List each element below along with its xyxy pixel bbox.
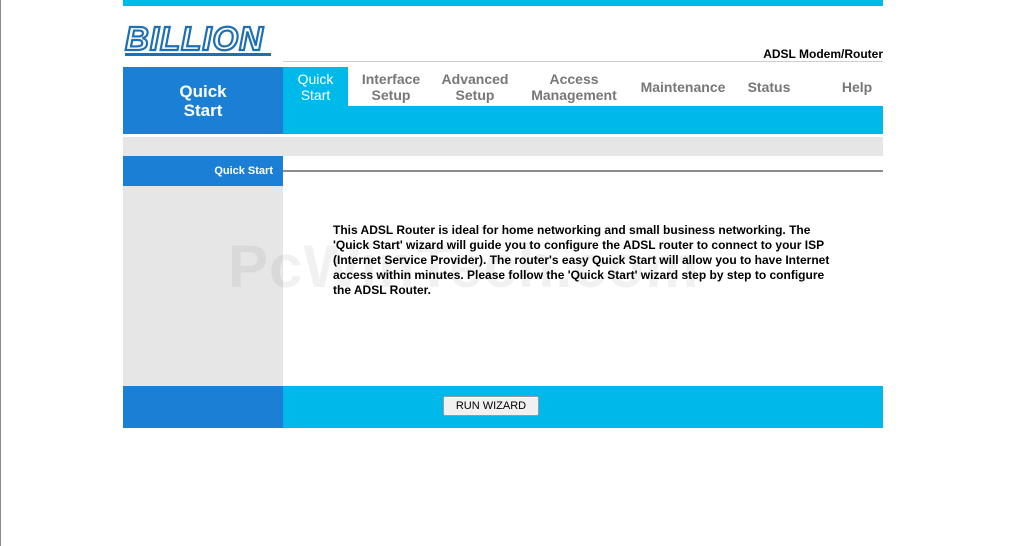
nav-maintenance[interactable]: Maintenance [633, 67, 733, 106]
window-left-border [0, 0, 1, 546]
footer-left-block [123, 386, 283, 428]
nav-maintenance-label: Maintenance [640, 78, 726, 95]
nav-interface-setup-label: Interface Setup [361, 70, 421, 103]
page-section-title: Quick Start [123, 67, 283, 134]
intro-paragraph: This ADSL Router is ideal for home netwo… [333, 223, 830, 297]
sidebar-section-label: Quick Start [123, 156, 283, 186]
page-section-title-text: Quick Start [179, 81, 227, 120]
nav-quick-start[interactable]: Quick Start [283, 67, 348, 106]
billion-logo: BILLION [123, 19, 273, 58]
nav-advanced-setup[interactable]: Advanced Setup [435, 67, 515, 106]
nav-status[interactable]: Status [741, 67, 797, 106]
top-accent-bar [123, 0, 883, 6]
nav-interface-setup[interactable]: Interface Setup [355, 67, 427, 106]
main-navigation: Quick Start Interface Setup Advanced Set… [283, 67, 883, 106]
product-name: ADSL Modem/Router [763, 47, 883, 61]
footer-action-bar: RUN WIZARD [283, 386, 883, 428]
header-divider [283, 61, 883, 62]
gray-divider-band [123, 137, 883, 156]
nav-quick-start-label: Quick Start [297, 70, 334, 103]
nav-help[interactable]: Help [831, 67, 883, 106]
nav-access-management[interactable]: Access Management [523, 67, 625, 106]
section-divider-line [283, 170, 883, 172]
nav-access-management-label: Access Management [531, 70, 617, 103]
nav-help-label: Help [841, 78, 873, 95]
nav-advanced-setup-label: Advanced Setup [441, 70, 509, 103]
run-wizard-button[interactable]: RUN WIZARD [443, 396, 539, 416]
subnav-bar [283, 106, 883, 134]
nav-status-label: Status [747, 78, 791, 95]
logo-text: BILLION [125, 22, 264, 57]
